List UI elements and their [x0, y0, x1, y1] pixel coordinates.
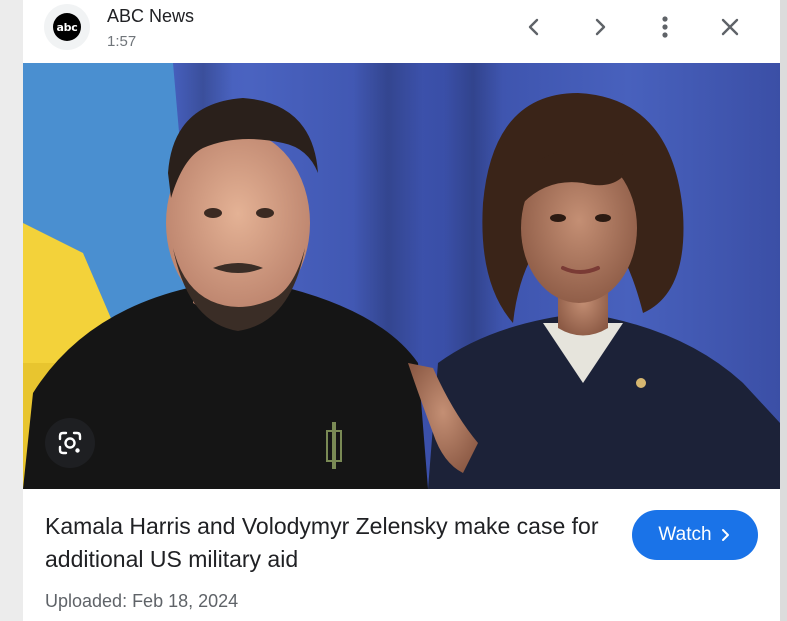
previous-button[interactable] [517, 10, 551, 44]
preview-header: abc ABC News 1:57 [23, 0, 780, 63]
source-logo[interactable]: abc [44, 4, 90, 50]
more-options-button[interactable] [648, 10, 682, 44]
video-duration: 1:57 [107, 33, 137, 50]
chevron-right-icon [595, 18, 606, 36]
video-title[interactable]: Kamala Harris and Volodymyr Zelensky mak… [45, 510, 605, 576]
video-preview-card: abc ABC News 1:57 Kamala Harris and Volo… [23, 0, 780, 621]
watch-button-label: Watch [658, 524, 712, 545]
video-thumbnail[interactable] [23, 63, 780, 489]
abc-logo-icon: abc [53, 13, 81, 41]
thumbnail-image [23, 63, 780, 489]
upload-date: Uploaded: Feb 18, 2024 [45, 591, 239, 611]
scroll-gutter [780, 0, 787, 621]
next-button[interactable] [583, 10, 617, 44]
google-lens-button[interactable] [45, 418, 95, 468]
more-vert-icon [662, 16, 668, 38]
close-button[interactable] [713, 10, 747, 44]
chevron-right-icon [721, 529, 729, 541]
chevron-left-icon [528, 18, 539, 36]
close-icon [721, 18, 739, 36]
google-lens-icon [58, 431, 82, 455]
source-name[interactable]: ABC News [107, 6, 194, 27]
watch-button[interactable]: Watch [632, 510, 758, 560]
